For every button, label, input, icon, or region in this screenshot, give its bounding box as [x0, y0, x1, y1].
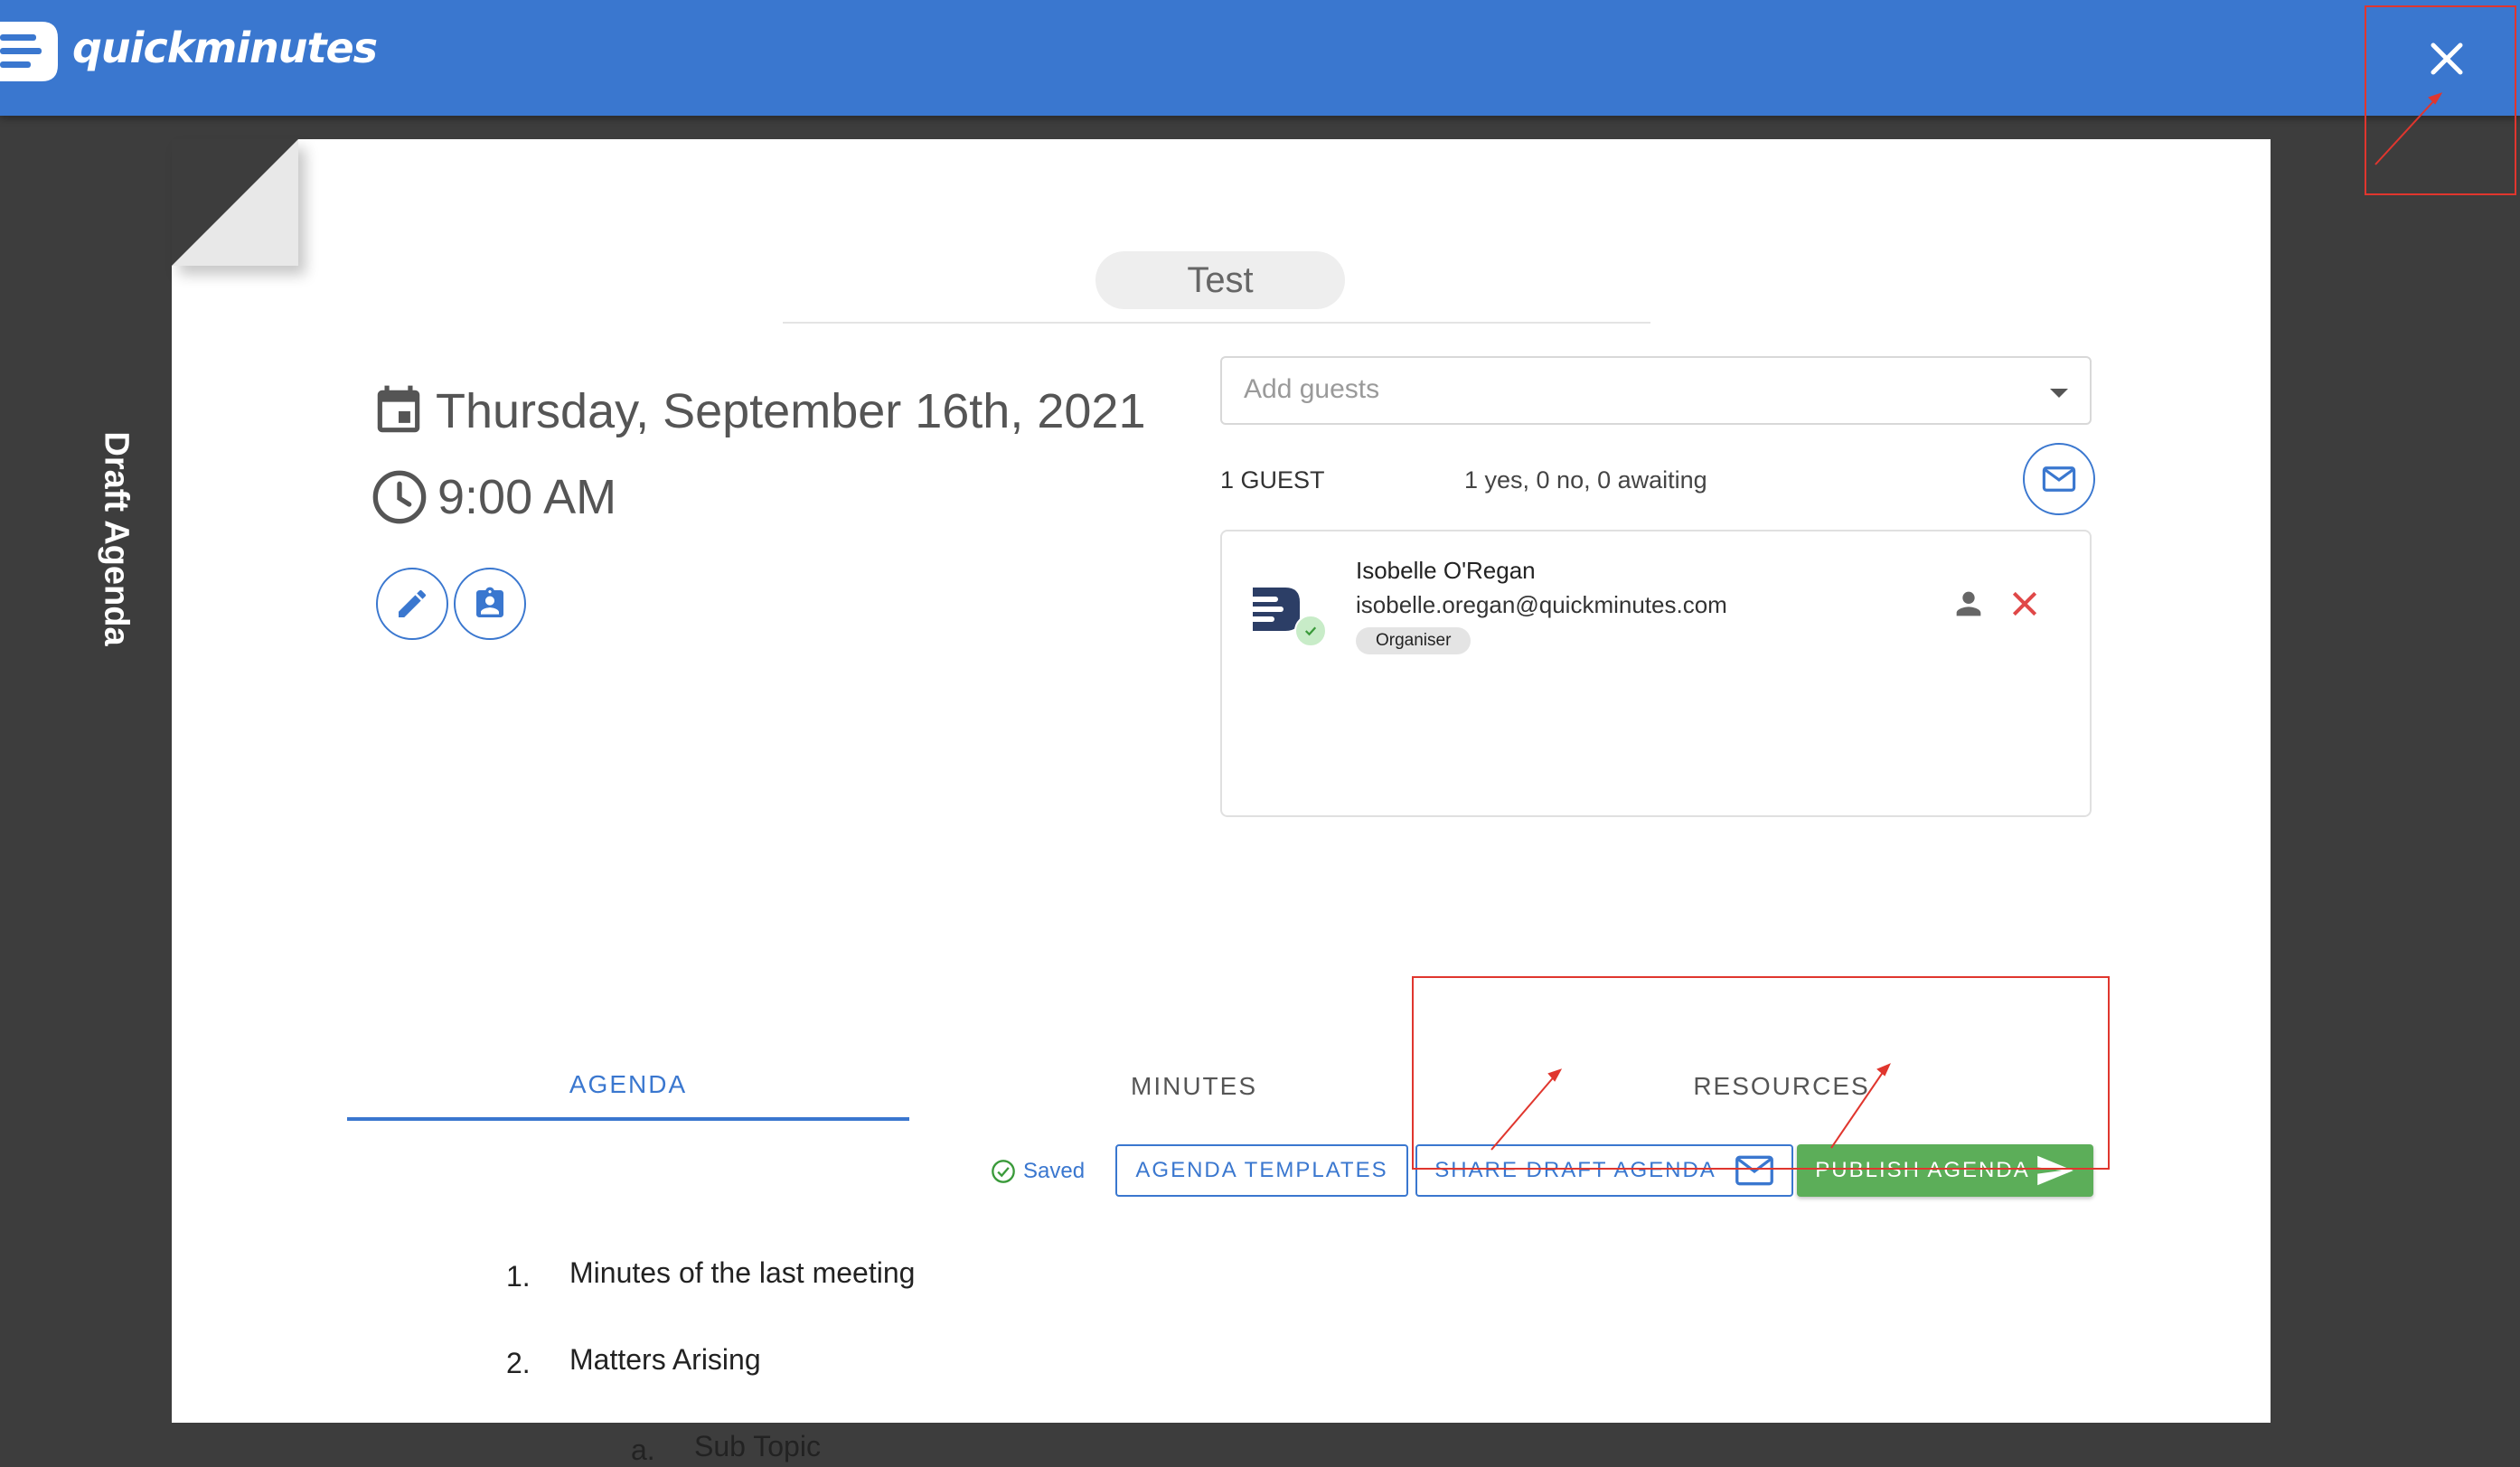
guest-email: isobelle.oregan@quickminutes.com	[1356, 591, 1727, 618]
person-icon	[1956, 591, 1981, 616]
saved-indicator: Saved	[991, 1159, 1085, 1184]
meeting-date: Thursday, September 16th, 2021	[371, 381, 1145, 441]
draft-agenda-label: Draft Agenda	[97, 431, 136, 646]
meeting-date-text: Thursday, September 16th, 2021	[436, 384, 1146, 438]
remove-guest-button[interactable]	[2007, 586, 2043, 622]
agenda-templates-button[interactable]: AGENDA TEMPLATES	[1115, 1144, 1408, 1197]
email-guests-button[interactable]	[2023, 443, 2095, 515]
agenda-templates-label: AGENDA TEMPLATES	[1135, 1158, 1388, 1182]
saved-label: Saved	[1023, 1159, 1086, 1183]
guest-name: Isobelle O'Regan	[1356, 557, 1536, 584]
tab-minutes[interactable]: MINUTES	[913, 1052, 1475, 1121]
guest-count: 1 GUEST	[1220, 466, 1325, 494]
mail-icon	[2042, 466, 2076, 492]
close-icon	[2012, 591, 2037, 616]
pencil-icon	[399, 589, 427, 617]
meeting-time: 9:00 AM	[371, 468, 616, 526]
annotation-highlight-close	[2365, 5, 2516, 195]
agenda-item-number: 1.	[506, 1260, 531, 1293]
page-corner-cut	[172, 139, 298, 266]
edit-meeting-button[interactable]	[376, 568, 448, 640]
guest-list: Isobelle O'Regan isobelle.oregan@quickmi…	[1220, 530, 2092, 817]
agenda-document: Test Thursday, September 16th, 2021 9:00…	[172, 139, 2271, 1466]
contact-badge-icon	[476, 587, 503, 617]
guest-role-badge: Organiser	[1356, 627, 1472, 654]
agenda-item-number: 2.	[506, 1347, 531, 1379]
agenda-item-number: a.	[631, 1434, 655, 1466]
calendar-icon	[377, 385, 420, 433]
guest-profile-button[interactable]	[1951, 586, 1987, 622]
quickminutes-logo-icon	[0, 22, 58, 81]
agenda-item-text: Minutes of the last meeting	[569, 1256, 916, 1289]
clock-icon	[372, 470, 427, 524]
add-guests-placeholder: Add guests	[1244, 374, 1380, 404]
meeting-time-text: 9:00 AM	[437, 470, 617, 524]
check-circle-icon	[992, 1160, 1015, 1183]
accepted-check-icon	[1294, 615, 1327, 647]
meeting-title[interactable]: Test	[1095, 251, 1345, 309]
agenda-item-text: Matters Arising	[569, 1343, 761, 1376]
tab-agenda[interactable]: AGENDA	[347, 1052, 909, 1121]
agenda-item-text: Sub Topic	[694, 1430, 821, 1462]
annotation-highlight-actions	[1412, 976, 2110, 1170]
rsvp-summary: 1 yes, 0 no, 0 awaiting	[1464, 466, 1707, 494]
meeting-details-button[interactable]	[454, 568, 526, 640]
app-header: quickminutes	[0, 0, 2520, 116]
add-guests-dropdown[interactable]: Add guests	[1220, 356, 2092, 425]
title-divider	[783, 322, 1650, 324]
app-name: quickminutes	[72, 24, 378, 72]
chevron-down-icon	[2050, 389, 2068, 398]
